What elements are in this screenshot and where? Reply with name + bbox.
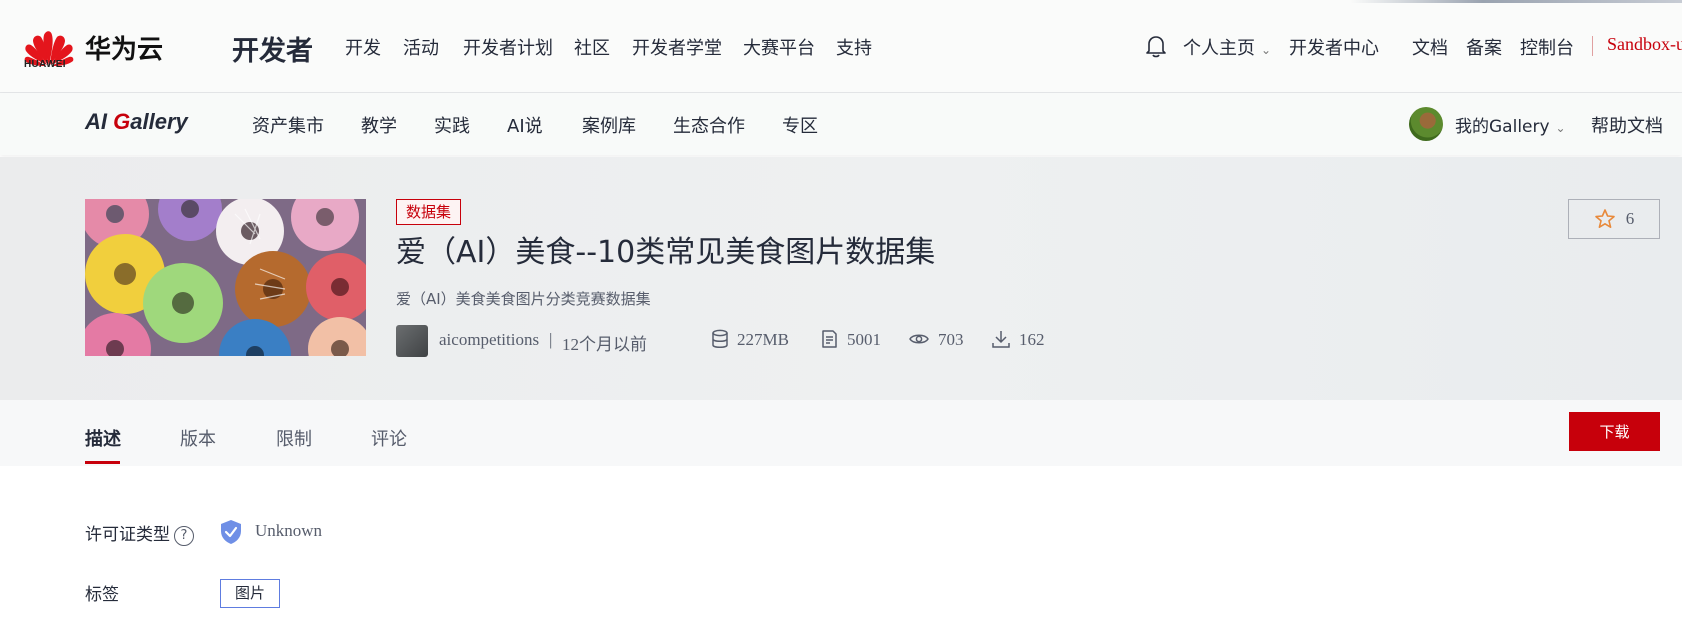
brand-name[interactable]: 华为云: [85, 29, 163, 66]
dataset-size: 227MB: [737, 330, 789, 349]
nav-item-academy[interactable]: 开发者学堂: [632, 34, 722, 60]
subnav-item-teaching[interactable]: 教学: [361, 112, 397, 138]
license-value: Unknown: [255, 521, 323, 540]
chevron-down-icon: ⌄: [1261, 43, 1272, 57]
tab-versions[interactable]: 版本: [180, 425, 216, 451]
console-link[interactable]: 控制台: [1520, 34, 1574, 60]
nav-item-support[interactable]: 支持: [836, 34, 872, 60]
logo-text-g: G: [113, 109, 131, 134]
docs-link[interactable]: 文档: [1412, 34, 1448, 60]
license-label: 许可证类型: [85, 525, 170, 545]
logo-text-prefix: AI: [85, 109, 114, 134]
subnav-item-cases[interactable]: 案例库: [582, 112, 636, 138]
bell-icon[interactable]: [1145, 34, 1167, 58]
user-account-link[interactable]: Sandbox-u: [1607, 34, 1682, 55]
tab-restrictions[interactable]: 限制: [276, 425, 312, 451]
subnav-item-practice[interactable]: 实践: [434, 112, 470, 138]
user-avatar[interactable]: [1409, 107, 1443, 141]
nav-item-activities[interactable]: 活动: [403, 34, 439, 60]
subnav-item-zone[interactable]: 专区: [782, 112, 818, 138]
download-count: 162: [1019, 330, 1045, 349]
star-button[interactable]: 6: [1568, 199, 1660, 239]
download-button[interactable]: 下载: [1569, 412, 1660, 451]
nav-item-competitions[interactable]: 大赛平台: [743, 34, 815, 60]
tag-chip[interactable]: 图片: [220, 579, 281, 608]
section-title[interactable]: 开发者: [232, 29, 313, 68]
help-docs-link[interactable]: 帮助文档: [1591, 112, 1663, 138]
view-count: 703: [938, 330, 964, 349]
subnav-item-assets[interactable]: 资产集市: [252, 112, 324, 138]
eye-icon: [909, 334, 929, 344]
dataset-cover-image: [85, 199, 366, 356]
help-icon[interactable]: ?: [174, 526, 194, 546]
chevron-down-icon: ⌄: [1555, 121, 1566, 135]
logo-wordmark: HUAWEI: [24, 59, 66, 70]
tab-description[interactable]: 描述: [85, 425, 121, 451]
nav-item-community[interactable]: 社区: [574, 34, 610, 60]
tab-bar: 描述 版本 限制 评论 下载: [0, 400, 1682, 466]
asset-header: 数据集 爱（AI）美食--10类常见美食图片数据集 爱（AI）美食美食图片分类竞…: [0, 157, 1682, 400]
tags-label: 标签: [85, 585, 119, 605]
download-icon: [992, 331, 1010, 348]
ai-gallery-logo[interactable]: AI Gallery: [85, 109, 188, 135]
my-gallery-label: 我的Gallery: [1455, 117, 1550, 137]
my-gallery-menu[interactable]: 我的Gallery ⌄: [1455, 112, 1566, 137]
nav-item-dev-program[interactable]: 开发者计划: [463, 34, 553, 60]
personal-home-label: 个人主页: [1183, 38, 1255, 59]
top-header: HUAWEI 华为云 开发者 开发 活动 开发者计划 社区 开发者学堂 大赛平台…: [0, 0, 1682, 93]
asset-subtitle: 爱（AI）美食美食图片分类竞赛数据集: [396, 290, 651, 308]
subnav-item-ai-talk[interactable]: AI说: [507, 112, 543, 138]
meta-separator: |: [549, 330, 553, 349]
ai-gallery-nav: AI Gallery 资产集市 教学 实践 AI说 案例库 生态合作 专区 我的…: [0, 93, 1682, 155]
publish-time: 12个月以前: [562, 335, 647, 354]
file-icon: [822, 330, 837, 348]
dev-center-link[interactable]: 开发者中心: [1289, 34, 1379, 60]
asset-title: 爱（AI）美食--10类常见美食图片数据集: [396, 235, 936, 270]
license-label-row: 许可证类型?: [85, 520, 194, 546]
shield-check-icon: [221, 520, 241, 544]
author-name[interactable]: aicompetitions: [439, 330, 539, 350]
personal-home-menu[interactable]: 个人主页 ⌄: [1183, 34, 1271, 60]
star-icon: [1594, 209, 1615, 228]
subnav-item-ecosystem[interactable]: 生态合作: [673, 112, 745, 138]
author-avatar[interactable]: [396, 325, 428, 357]
database-icon: [712, 329, 728, 348]
active-tab-indicator: [85, 461, 120, 464]
star-count: 6: [1625, 209, 1635, 228]
filing-link[interactable]: 备案: [1466, 34, 1502, 60]
tab-comments[interactable]: 评论: [371, 425, 407, 451]
logo-text-suffix: allery: [130, 109, 188, 134]
asset-type-tag: 数据集: [396, 199, 462, 225]
divider: [1592, 36, 1593, 56]
nav-item-develop[interactable]: 开发: [345, 34, 381, 60]
file-count: 5001: [847, 330, 881, 349]
